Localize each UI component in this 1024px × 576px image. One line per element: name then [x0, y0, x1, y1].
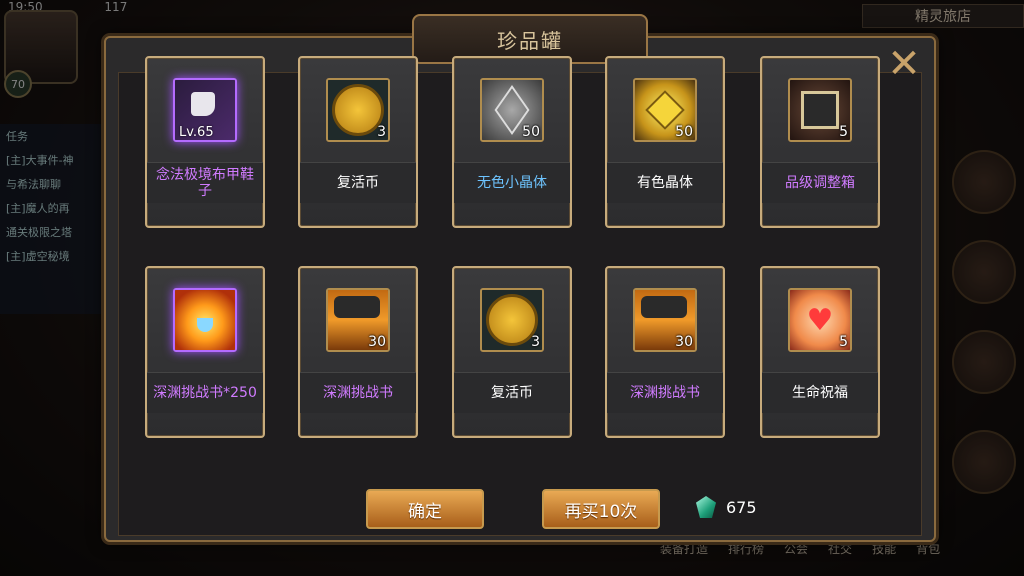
item-name: 复活币 [300, 162, 416, 203]
book-icon: 30 [326, 288, 390, 352]
box-icon: 5 [788, 78, 852, 142]
item-count: 30 [368, 334, 386, 350]
reward-card[interactable]: ♥ 5 生命祝福 [760, 266, 880, 438]
item-count: 3 [377, 124, 386, 140]
buy-again-button[interactable]: 再买10次 [542, 489, 660, 529]
reward-card[interactable]: 30 深渊挑战书 [605, 266, 725, 438]
shoe-icon: Lv.65 [173, 78, 237, 142]
currency-display: 675 [696, 496, 757, 518]
item-name: 念法极境布甲鞋子 [147, 162, 263, 203]
item-name: 有色晶体 [607, 162, 723, 203]
reward-card[interactable]: 50 有色晶体 [605, 56, 725, 228]
reward-card[interactable]: Lv.65 念法极境布甲鞋子 [145, 56, 265, 228]
coin-icon: 3 [326, 78, 390, 142]
reward-card[interactable]: 30 深渊挑战书 [298, 266, 418, 438]
reward-card[interactable]: 50 无色小晶体 [452, 56, 572, 228]
item-name: 复活币 [454, 372, 570, 413]
item-level: Lv.65 [179, 125, 214, 140]
item-name: 无色小晶体 [454, 162, 570, 203]
item-count: 5 [839, 334, 848, 350]
item-count: 30 [675, 334, 693, 350]
item-count: 5 [839, 124, 848, 140]
confirm-button[interactable]: 确定 [366, 489, 484, 529]
sun-icon [173, 288, 237, 352]
gem-icon [696, 496, 716, 518]
reward-card[interactable]: 5 品级调整箱 [760, 56, 880, 228]
currency-amount: 675 [726, 497, 757, 517]
heart-icon: ♥ 5 [788, 288, 852, 352]
reward-card[interactable]: 3 复活币 [452, 266, 572, 438]
item-name: 生命祝福 [762, 372, 878, 413]
item-name: 深渊挑战书 [300, 372, 416, 413]
item-name: 深渊挑战书*250 [147, 372, 263, 413]
close-icon[interactable]: ✕ [886, 44, 922, 84]
item-count: 50 [522, 124, 540, 140]
reward-card[interactable]: 3 复活币 [298, 56, 418, 228]
item-name: 品级调整箱 [762, 162, 878, 203]
reward-card[interactable]: 深渊挑战书*250 [145, 266, 265, 438]
coin-icon: 3 [480, 288, 544, 352]
item-count: 3 [531, 334, 540, 350]
item-name: 深渊挑战书 [607, 372, 723, 413]
grey-cube-icon: 50 [480, 78, 544, 142]
book-icon: 30 [633, 288, 697, 352]
item-count: 50 [675, 124, 693, 140]
gold-cube-icon: 50 [633, 78, 697, 142]
